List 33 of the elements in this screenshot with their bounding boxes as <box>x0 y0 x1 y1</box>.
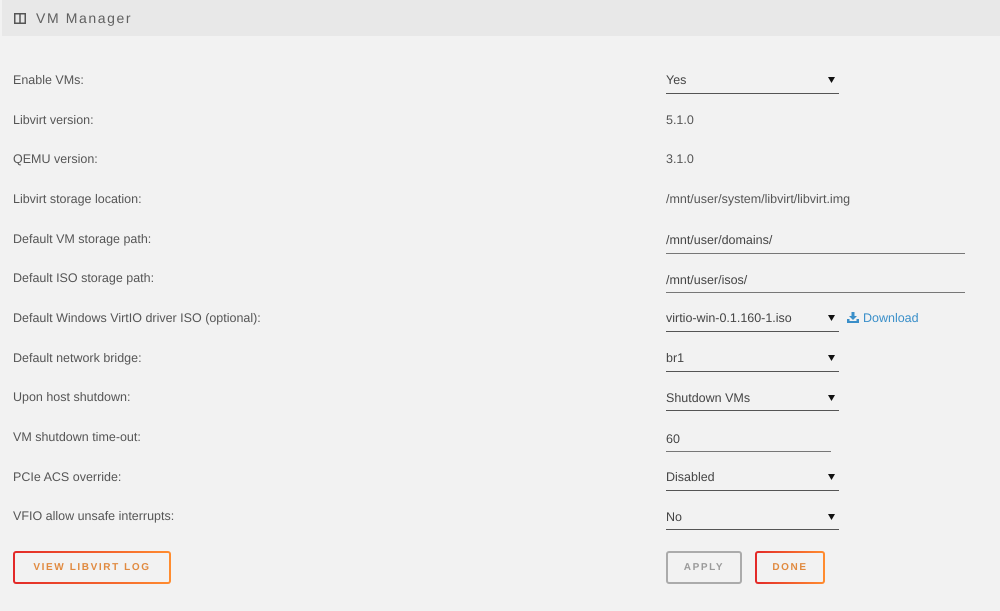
caret-icon <box>828 474 835 480</box>
caret-icon <box>828 394 835 401</box>
input-field[interactable]: 60 <box>666 426 831 452</box>
input-field[interactable]: /mnt/user/isos/ <box>666 267 965 294</box>
dropdown[interactable]: Disabled <box>666 464 839 491</box>
setting-label: Upon host shutdown: <box>13 390 130 404</box>
caret-icon <box>828 355 835 362</box>
dropdown[interactable]: virtio-win-0.1.160-1.iso <box>666 306 839 332</box>
columns-icon <box>14 12 26 24</box>
setting-value: 3.1.0 <box>666 152 694 166</box>
dropdown[interactable]: No <box>666 504 839 530</box>
caret-icon <box>828 514 835 520</box>
dropdown[interactable]: Yes <box>666 68 839 94</box>
setting-label: VM shutdown time-out: <box>13 430 141 444</box>
setting-label: Enable VMs: <box>13 72 84 87</box>
setting-label: Default ISO storage path: <box>13 271 154 286</box>
setting-value: 5.1.0 <box>666 112 694 127</box>
caret-icon <box>828 77 835 84</box>
setting-label: Default VM storage path: <box>13 232 152 246</box>
input-field[interactable]: /mnt/user/domains/ <box>666 228 965 254</box>
setting-label: Libvirt version: <box>13 112 94 127</box>
setting-label: Libvirt storage location: <box>13 192 142 206</box>
download-icon <box>847 312 859 324</box>
setting-label: PCIe ACS override: <box>13 470 122 484</box>
dropdown[interactable]: Shutdown VMs <box>666 385 839 412</box>
caret-icon <box>828 315 835 322</box>
setting-label: Default network bridge: <box>13 350 142 365</box>
panel-title: VM Manager <box>36 10 132 26</box>
setting-value: /mnt/user/system/libvirt/libvirt.img <box>666 192 850 206</box>
dropdown[interactable]: br1 <box>666 346 839 372</box>
setting-label: QEMU version: <box>13 152 98 166</box>
setting-label: VFIO allow unsafe interrupts: <box>13 509 174 524</box>
setting-label: Default Windows VirtIO driver ISO (optional): <box>13 310 261 325</box>
